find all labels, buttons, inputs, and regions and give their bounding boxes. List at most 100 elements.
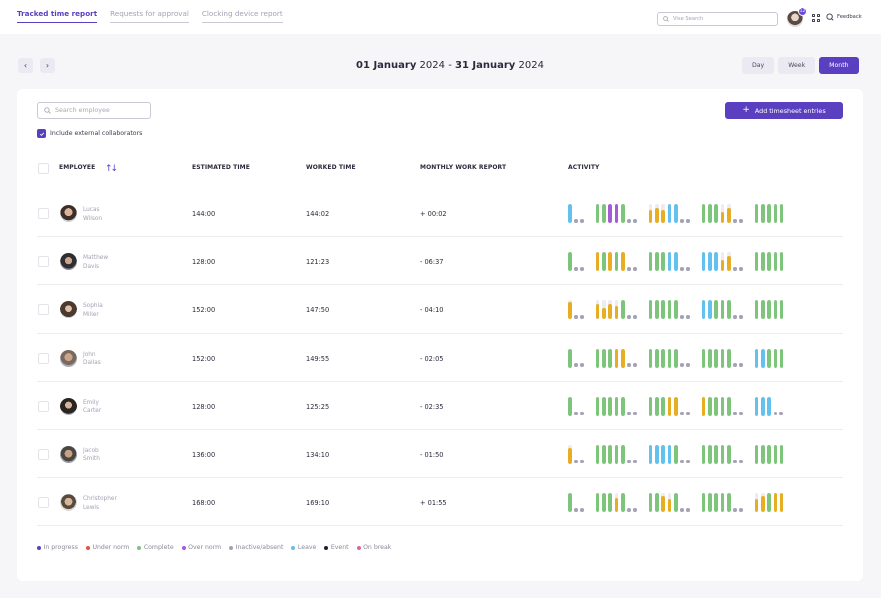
activity-day-bar[interactable] — [720, 348, 725, 368]
activity-day-bar[interactable] — [661, 493, 665, 513]
activity-day-bar[interactable] — [667, 252, 672, 272]
activity-day-bar[interactable] — [767, 348, 771, 368]
activity-day-bar[interactable] — [773, 204, 778, 223]
activity-day-bar[interactable] — [726, 348, 731, 368]
activity-day-bar[interactable] — [667, 493, 672, 513]
column-employee[interactable]: EMPLOYEE — [59, 164, 95, 171]
activity-day-bar[interactable] — [673, 493, 678, 513]
activity-day-bar[interactable] — [673, 348, 678, 368]
activity-day-bar[interactable] — [773, 348, 778, 368]
activity-day-bar[interactable] — [595, 396, 600, 416]
activity-day-bar[interactable] — [595, 300, 600, 320]
activity-day-bar[interactable] — [602, 493, 606, 513]
activity-day-bar[interactable] — [595, 348, 600, 368]
employee-search[interactable] — [37, 102, 151, 119]
apps-grid-icon[interactable] — [812, 14, 820, 22]
activity-day-bar[interactable] — [720, 396, 725, 416]
activity-day-bar[interactable] — [720, 493, 725, 513]
activity-day-bar[interactable] — [714, 252, 718, 272]
include-external-checkbox[interactable] — [37, 129, 46, 138]
table-row[interactable]: Emily Carter 128:00 125:25 - 02:35 — [37, 382, 843, 430]
row-checkbox[interactable] — [38, 208, 49, 219]
activity-day-bar[interactable] — [726, 204, 731, 223]
activity-day-bar[interactable] — [708, 300, 712, 320]
activity-day-bar[interactable] — [620, 444, 625, 464]
tab-requests-for-approval[interactable]: Requests for approval — [110, 9, 189, 23]
activity-day-bar[interactable] — [655, 204, 659, 223]
activity-day-bar[interactable] — [767, 204, 771, 223]
select-all-checkbox[interactable] — [38, 163, 49, 174]
activity-day-bar[interactable] — [761, 348, 765, 368]
activity-day-bar[interactable] — [754, 252, 759, 272]
activity-day-bar[interactable] — [661, 348, 665, 368]
activity-day-bar[interactable] — [754, 444, 759, 464]
tab-tracked-time-report[interactable]: Tracked time report — [17, 9, 98, 23]
global-search[interactable] — [657, 12, 778, 26]
row-checkbox[interactable] — [38, 497, 49, 509]
activity-day-bar[interactable] — [648, 300, 653, 320]
activity-day-bar[interactable] — [648, 204, 653, 223]
activity-day-bar[interactable] — [754, 204, 759, 223]
period-day-button[interactable]: Day — [742, 57, 775, 74]
activity-day-bar[interactable] — [608, 493, 612, 513]
tab-clocking-device-report[interactable]: Clocking device report — [201, 9, 283, 23]
activity-day-bar[interactable] — [667, 444, 672, 464]
row-checkbox[interactable] — [38, 400, 49, 412]
activity-day-bar[interactable] — [568, 396, 572, 416]
period-week-button[interactable]: Week — [778, 57, 816, 74]
activity-day-bar[interactable] — [661, 444, 665, 464]
activity-day-bar[interactable] — [754, 300, 759, 320]
activity-day-bar[interactable] — [614, 252, 619, 272]
activity-day-bar[interactable] — [667, 348, 672, 368]
activity-day-bar[interactable] — [602, 396, 606, 416]
row-checkbox[interactable] — [38, 448, 49, 460]
activity-day-bar[interactable] — [701, 348, 706, 368]
activity-day-bar[interactable] — [714, 204, 718, 223]
employee-name[interactable]: Lucas Wilson — [83, 206, 102, 223]
activity-day-bar[interactable] — [648, 348, 653, 368]
activity-day-bar[interactable] — [761, 300, 765, 320]
activity-day-bar[interactable] — [779, 300, 784, 320]
activity-day-bar[interactable] — [701, 300, 706, 320]
activity-day-bar[interactable] — [779, 348, 784, 368]
activity-day-bar[interactable] — [655, 444, 659, 464]
activity-day-bar[interactable] — [608, 396, 612, 416]
activity-day-bar[interactable] — [568, 252, 572, 272]
activity-day-bar[interactable] — [761, 204, 765, 223]
activity-day-bar[interactable] — [614, 300, 619, 320]
activity-day-bar[interactable] — [720, 204, 725, 223]
activity-day-bar[interactable] — [602, 444, 606, 464]
table-row[interactable]: Sophia Miller 152:00 147:50 - 04:10 — [37, 285, 843, 334]
activity-day-bar[interactable] — [673, 204, 678, 223]
activity-day-bar[interactable] — [673, 252, 678, 272]
activity-day-bar[interactable] — [620, 204, 625, 223]
activity-day-bar[interactable] — [726, 444, 731, 464]
activity-day-bar[interactable] — [602, 300, 606, 320]
period-month-button[interactable]: Month — [819, 57, 859, 74]
activity-day-bar[interactable] — [761, 252, 765, 272]
activity-day-bar[interactable] — [614, 493, 619, 513]
activity-day-bar[interactable] — [767, 396, 771, 416]
activity-day-bar[interactable] — [667, 300, 672, 320]
employee-name[interactable]: Jacob Smith — [83, 447, 100, 464]
activity-day-bar[interactable] — [726, 252, 731, 272]
row-checkbox[interactable] — [38, 352, 49, 364]
activity-day-bar[interactable] — [720, 300, 725, 320]
activity-day-bar[interactable] — [673, 396, 678, 416]
employee-search-input[interactable] — [55, 107, 150, 114]
activity-day-bar[interactable] — [655, 493, 659, 513]
activity-day-bar[interactable] — [708, 252, 712, 272]
activity-day-bar[interactable] — [720, 444, 725, 464]
activity-day-bar[interactable] — [568, 204, 572, 223]
activity-day-bar[interactable] — [726, 300, 731, 320]
activity-day-bar[interactable] — [714, 348, 718, 368]
activity-day-bar[interactable] — [667, 204, 672, 223]
activity-day-bar[interactable] — [701, 396, 706, 416]
activity-day-bar[interactable] — [614, 348, 619, 368]
activity-day-bar[interactable] — [714, 444, 718, 464]
activity-day-bar[interactable] — [754, 493, 759, 513]
activity-day-bar[interactable] — [648, 444, 653, 464]
table-row[interactable]: Lucas Wilson 144:00 144:02 + 00:02 — [37, 189, 843, 238]
activity-day-bar[interactable] — [701, 444, 706, 464]
activity-day-bar[interactable] — [714, 493, 718, 513]
